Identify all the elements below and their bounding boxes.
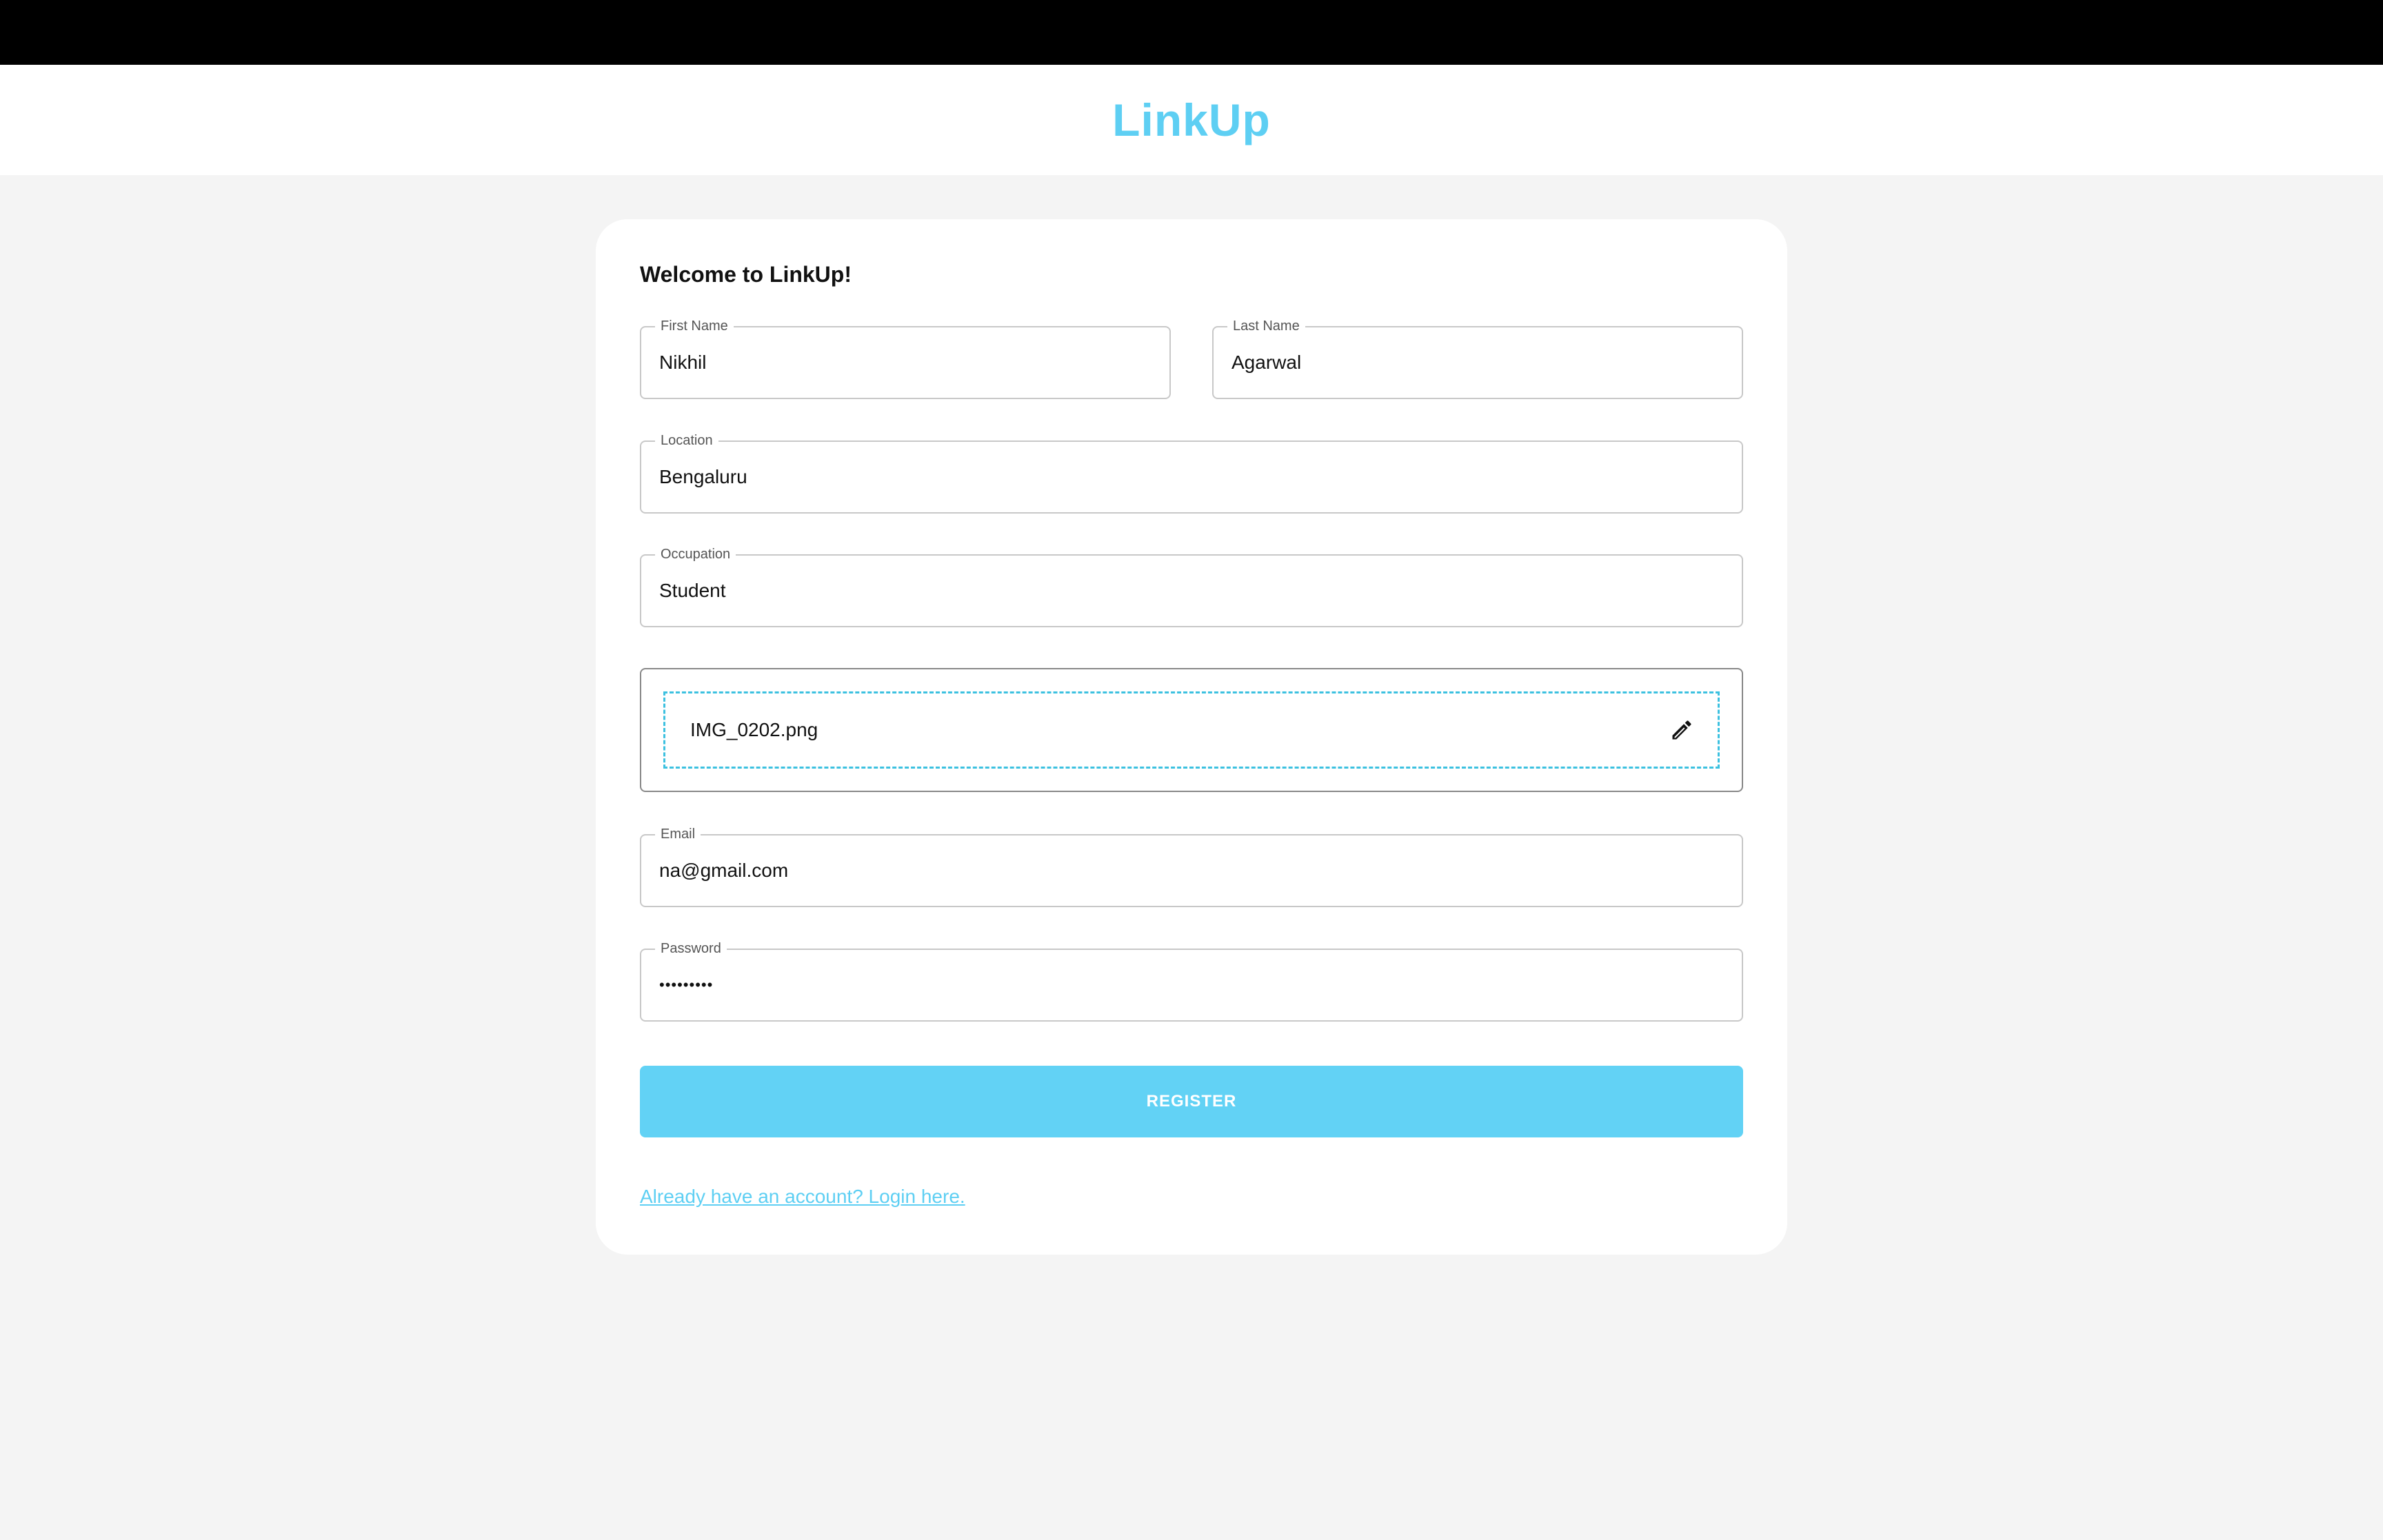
first-name-value[interactable]: Nikhil [659, 327, 706, 398]
location-field[interactable]: Location Bengaluru [640, 432, 1743, 514]
occupation-field[interactable]: Occupation Student [640, 546, 1743, 627]
picture-dropzone[interactable]: IMG_0202.png [663, 691, 1720, 769]
last-name-value[interactable]: Agarwal [1231, 327, 1301, 398]
email-field[interactable]: Email na@gmail.com [640, 826, 1743, 907]
occupation-value[interactable]: Student [659, 556, 726, 626]
register-card: Welcome to LinkUp! First Name Nikhil Las… [596, 219, 1787, 1255]
pencil-edit-icon[interactable] [1669, 718, 1694, 742]
last-name-field[interactable]: Last Name Agarwal [1212, 318, 1743, 399]
browser-top-bar [0, 0, 2383, 65]
password-field[interactable]: Password ••••••••• [640, 940, 1743, 1022]
email-value[interactable]: na@gmail.com [659, 835, 788, 906]
location-value[interactable]: Bengaluru [659, 442, 747, 512]
password-value[interactable]: ••••••••• [659, 950, 713, 1020]
app-header: LinkUp [0, 65, 2383, 175]
welcome-heading: Welcome to LinkUp! [640, 262, 852, 287]
picture-upload-box: IMG_0202.png [640, 668, 1743, 792]
picture-filename: IMG_0202.png [690, 719, 818, 740]
login-link[interactable]: Already have an account? Login here. [640, 1186, 965, 1208]
register-button[interactable]: REGISTER [640, 1066, 1743, 1137]
first-name-field[interactable]: First Name Nikhil [640, 318, 1171, 399]
brand-logo[interactable]: LinkUp [1112, 94, 1271, 146]
